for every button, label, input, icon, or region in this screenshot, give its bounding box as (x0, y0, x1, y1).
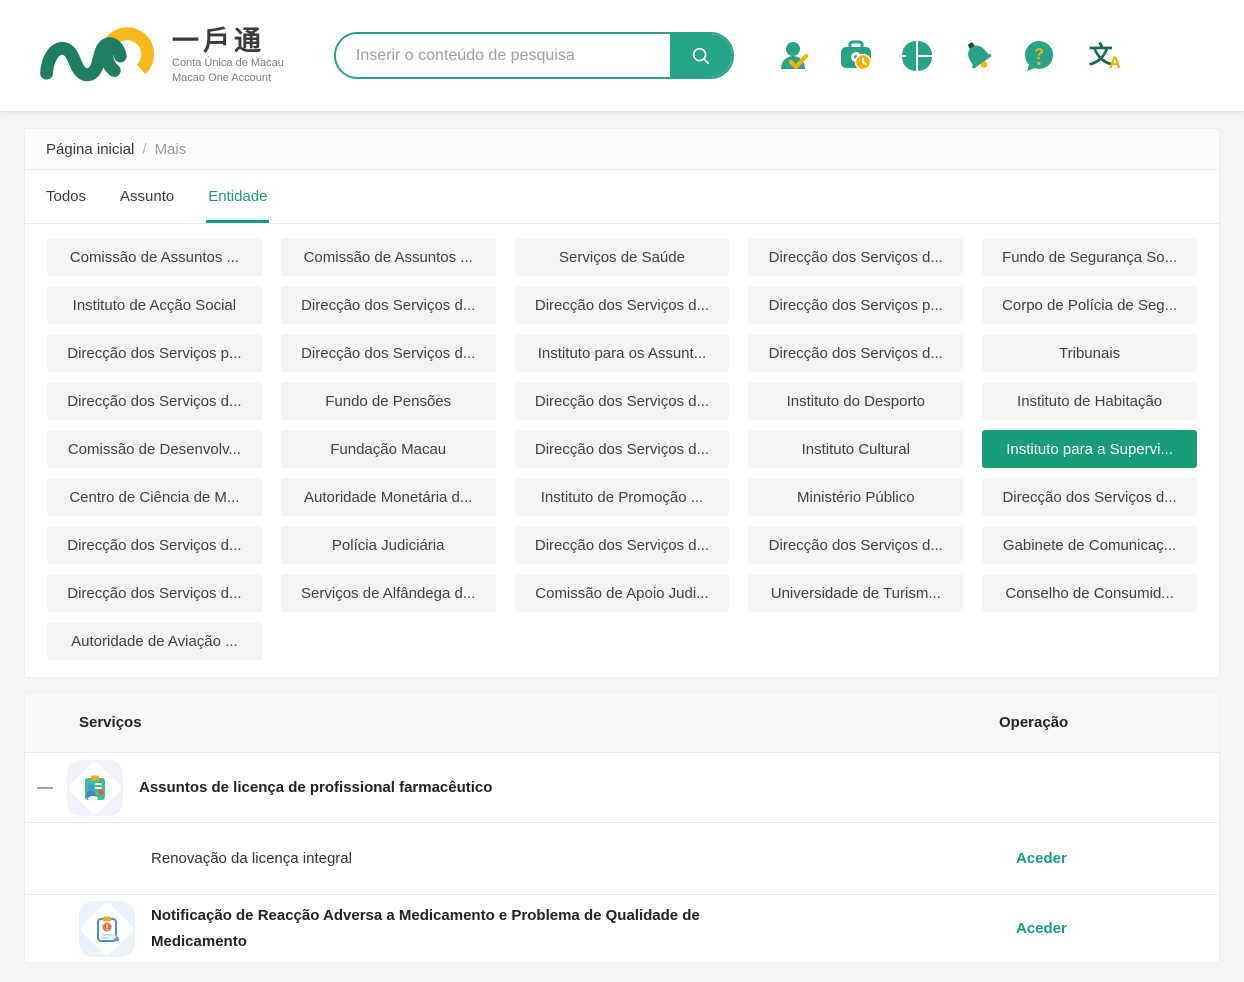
tab-assunto[interactable]: Assunto (120, 170, 174, 223)
entity-button[interactable]: Direcção dos Serviços p... (47, 334, 262, 372)
bell-icon[interactable] (961, 39, 995, 73)
search-input[interactable] (336, 34, 670, 77)
mo-logo-icon (38, 18, 158, 94)
entity-button[interactable]: Centro de Ciência de M... (47, 478, 262, 516)
breadcrumb: Página inicial / Mais (24, 128, 1220, 170)
entity-button[interactable]: Fundo de Segurança So... (982, 238, 1197, 276)
entity-button[interactable]: Direcção dos Serviços d... (47, 574, 262, 612)
entity-button[interactable]: Instituto Cultural (748, 430, 963, 468)
filter-panel: Todos Assunto Entidade Comissão de Assun… (24, 170, 1220, 678)
entity-button[interactable]: Direcção dos Serviços d... (748, 334, 963, 372)
entity-button[interactable]: Direcção dos Serviços d... (47, 382, 262, 420)
filter-tabs: Todos Assunto Entidade (25, 170, 1219, 224)
entity-button[interactable]: Instituto para os Assunt... (515, 334, 730, 372)
entity-button[interactable]: Instituto de Promoção ... (515, 478, 730, 516)
entity-button[interactable]: Direcção dos Serviços d... (47, 526, 262, 564)
entity-button[interactable]: Fundo de Pensões (281, 382, 496, 420)
tab-todos[interactable]: Todos (46, 170, 86, 223)
entity-button[interactable]: Direcção dos Serviços d... (515, 382, 730, 420)
brand-text: 一戶通 Conta Única de Macau Macao One Accou… (172, 26, 284, 86)
entity-button[interactable]: Conselho de Consumid... (982, 574, 1197, 612)
breadcrumb-separator: / (142, 141, 146, 158)
pharmacist-license-icon (67, 760, 123, 816)
service-sub-row: Renovação da licença integral Aceder (25, 822, 1219, 894)
entity-button[interactable]: Direcção dos Serviços d... (515, 286, 730, 324)
entity-button[interactable]: Polícia Judiciária (281, 526, 496, 564)
user-check-icon[interactable] (778, 39, 812, 73)
entity-button[interactable]: Instituto de Habitação (982, 382, 1197, 420)
entity-button[interactable]: Universidade de Turism... (748, 574, 963, 612)
entity-button[interactable]: Serviços de Alfândega d... (281, 574, 496, 612)
entity-button[interactable]: Comissão de Desenvolv... (47, 430, 262, 468)
brand-name-en: Macao One Account (172, 71, 284, 86)
entity-button[interactable]: Instituto do Desporto (748, 382, 963, 420)
header-icons: ? 文 A (778, 39, 1127, 73)
brand-name-cn: 一戶通 (172, 26, 284, 56)
entity-button[interactable]: Direcção dos Serviços d... (982, 478, 1197, 516)
page-content: Página inicial / Mais Todos Assunto Enti… (0, 112, 1244, 963)
collapse-toggle[interactable]: — (25, 779, 67, 797)
entity-button[interactable]: Direcção dos Serviços d... (515, 526, 730, 564)
entity-button[interactable]: Gabinete de Comunicaç... (982, 526, 1197, 564)
search-button[interactable] (670, 34, 732, 77)
language-icon[interactable]: 文 A (1083, 39, 1127, 73)
adverse-reaction-icon (79, 901, 135, 957)
brand-name-pt: Conta Única de Macau (172, 56, 284, 71)
language-latin-glyph: A (1109, 53, 1121, 73)
entity-button[interactable]: Direcção dos Serviços d... (748, 238, 963, 276)
tab-entidade[interactable]: Entidade (208, 170, 267, 223)
entity-button[interactable]: Direcção dos Serviços d... (515, 430, 730, 468)
svg-text:?: ? (1034, 46, 1044, 63)
entity-button[interactable]: Direcção dos Serviços p... (748, 286, 963, 324)
column-header-operacao: Operação (969, 714, 1219, 731)
service-group-row: — Assuntos de licença de profissional (25, 752, 1219, 822)
entity-button[interactable]: Comissão de Apoio Judi... (515, 574, 730, 612)
service-group-title: Assuntos de licença de profissional farm… (139, 775, 492, 801)
entity-button[interactable]: Comissão de Assuntos ... (281, 238, 496, 276)
entity-button[interactable]: Autoridade Monetária d... (281, 478, 496, 516)
logo[interactable]: 一戶通 Conta Única de Macau Macao One Accou… (38, 18, 284, 94)
entity-button[interactable]: Direcção dos Serviços d... (281, 286, 496, 324)
service-name: Renovação da licença integral (151, 850, 352, 867)
search-bar (334, 32, 734, 79)
service-group-title: Notificação de Reacção Adversa a Medicam… (151, 903, 711, 955)
entity-button[interactable]: Serviços de Saúde (515, 238, 730, 276)
entity-button[interactable]: Comissão de Assuntos ... (47, 238, 262, 276)
entity-button[interactable]: Fundação Macau (281, 430, 496, 468)
entity-button[interactable]: Ministério Público (748, 478, 963, 516)
entity-button[interactable]: Autoridade de Aviação ... (47, 622, 262, 660)
aceder-link[interactable]: Aceder (1016, 850, 1067, 867)
aceder-link[interactable]: Aceder (1016, 920, 1067, 937)
help-icon[interactable]: ? (1022, 39, 1056, 73)
entity-button[interactable]: Instituto de Acção Social (47, 286, 262, 324)
search-icon (690, 45, 712, 67)
service-group-row: Notificação de Reacção Adversa a Medicam… (25, 894, 1219, 962)
entity-grid: Comissão de Assuntos ... Comissão de Assu… (25, 224, 1219, 677)
entity-button[interactable]: Direcção dos Serviços d... (281, 334, 496, 372)
services-table: Serviços Operação — (24, 691, 1220, 963)
services-table-header: Serviços Operação (25, 692, 1219, 752)
entity-button-selected[interactable]: Instituto para a Supervi... (982, 430, 1197, 468)
entity-button[interactable]: Direcção dos Serviços d... (748, 526, 963, 564)
entity-button[interactable]: Corpo de Polícia de Seg... (982, 286, 1197, 324)
apps-clover-icon[interactable] (900, 39, 934, 73)
header: 一戶通 Conta Única de Macau Macao One Accou… (0, 0, 1244, 112)
briefcase-clock-icon[interactable] (839, 39, 873, 73)
entity-button[interactable]: Tribunais (982, 334, 1197, 372)
breadcrumb-current: Mais (155, 141, 187, 158)
column-header-servicos: Serviços (25, 714, 969, 731)
breadcrumb-home-link[interactable]: Página inicial (46, 141, 134, 158)
